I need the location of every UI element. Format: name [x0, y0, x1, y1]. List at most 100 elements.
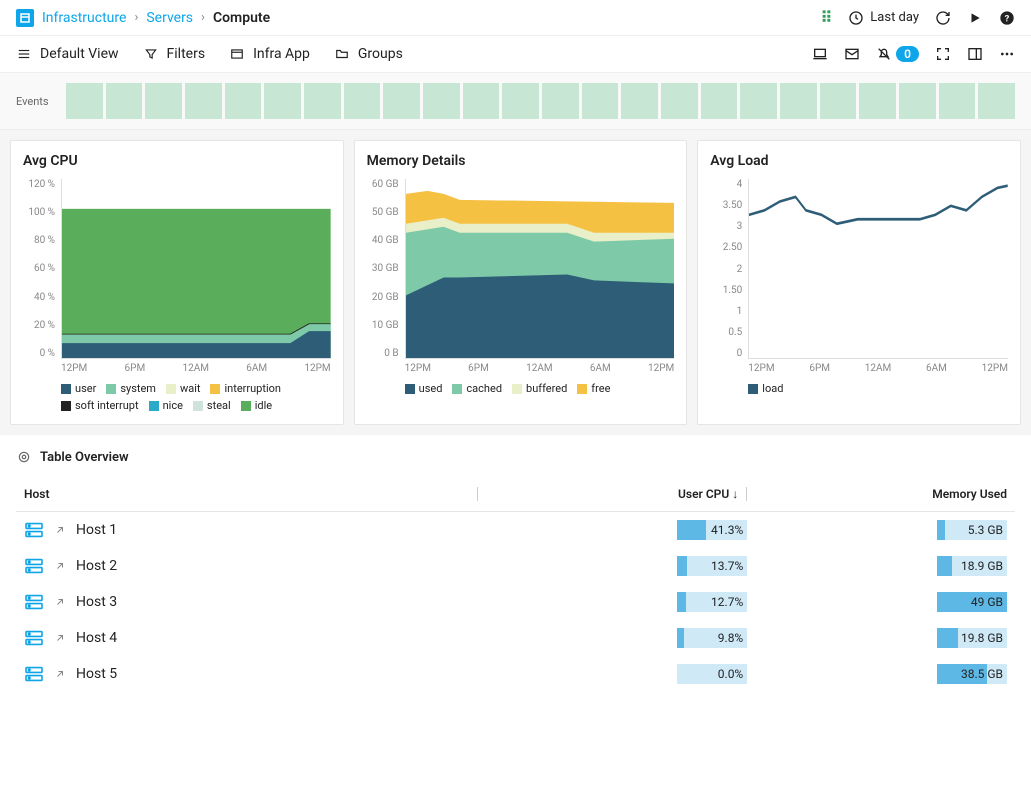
memory-value: 49 GB	[967, 595, 1007, 609]
axis-tick: 6PM	[809, 363, 830, 374]
cpu-bar: 0.0%	[677, 664, 747, 684]
event-block[interactable]	[939, 83, 976, 119]
event-block[interactable]	[106, 83, 143, 119]
event-block[interactable]	[502, 83, 539, 119]
table-row[interactable]: Host 213.7%18.9 GB	[16, 548, 1015, 584]
breadcrumb-infrastructure[interactable]: Infrastructure	[42, 10, 126, 26]
help-icon[interactable]: ?	[999, 10, 1015, 26]
laptop-icon[interactable]	[812, 46, 828, 62]
event-block[interactable]	[304, 83, 341, 119]
legend-item[interactable]: cached	[452, 382, 502, 395]
cpu-value: 12.7%	[707, 595, 747, 609]
legend-item[interactable]: used	[405, 382, 443, 395]
legend-item[interactable]: system	[106, 382, 156, 395]
table-row[interactable]: Host 312.7%49 GB	[16, 584, 1015, 620]
event-block[interactable]	[463, 83, 500, 119]
mail-icon[interactable]	[844, 46, 860, 62]
chart-legend: load	[710, 382, 1008, 395]
events-timeline[interactable]	[66, 83, 1015, 119]
legend-label: interruption	[224, 382, 281, 395]
app-icon	[229, 46, 245, 62]
external-link-icon[interactable]	[54, 632, 66, 644]
event-block[interactable]	[423, 83, 460, 119]
panel-icon[interactable]	[967, 46, 983, 62]
event-block[interactable]	[621, 83, 658, 119]
col-memory-used[interactable]: Memory Used	[755, 477, 1015, 512]
legend-item[interactable]: idle	[241, 399, 272, 412]
default-view-button[interactable]: Default View	[16, 46, 119, 62]
y-axis: 43.5032.5021.5010.50	[710, 179, 748, 359]
groups-button[interactable]: Groups	[334, 46, 403, 62]
event-block[interactable]	[145, 83, 182, 119]
filters-button[interactable]: Filters	[143, 46, 206, 62]
y-axis: 120 %100 %80 %60 %40 %20 %0 %	[23, 179, 61, 359]
legend-item[interactable]: soft interrupt	[61, 399, 139, 412]
memory-bar: 5.3 GB	[937, 520, 1007, 540]
external-link-icon[interactable]	[54, 560, 66, 572]
col-host[interactable]: Host	[16, 477, 486, 512]
external-link-icon[interactable]	[54, 596, 66, 608]
event-block[interactable]	[661, 83, 698, 119]
load-plot-area[interactable]	[748, 179, 1008, 359]
host-name: Host 5	[76, 666, 117, 682]
table-row[interactable]: Host 49.8%19.8 GB	[16, 620, 1015, 656]
axis-tick: 6AM	[246, 363, 267, 374]
app-logo-icon[interactable]	[16, 9, 34, 27]
server-icon	[24, 630, 44, 646]
hosts-table: Host User CPU ↓ Memory Used Host 141.3%5…	[16, 477, 1015, 692]
legend-item[interactable]: free	[577, 382, 610, 395]
timerange-label: Last day	[870, 10, 919, 25]
legend-item[interactable]: load	[748, 382, 783, 395]
axis-tick: 12PM	[748, 363, 774, 374]
axis-tick: 12PM	[648, 363, 674, 374]
cpu-plot-area[interactable]	[61, 179, 331, 359]
more-icon[interactable]	[999, 46, 1015, 62]
event-block[interactable]	[344, 83, 381, 119]
table-row[interactable]: Host 141.3%5.3 GB	[16, 512, 1015, 549]
play-icon[interactable]	[967, 10, 983, 26]
alerts-indicator[interactable]: 0	[876, 46, 919, 62]
axis-tick: 10 GB	[367, 320, 399, 331]
refresh-icon[interactable]	[935, 10, 951, 26]
event-block[interactable]	[740, 83, 777, 119]
table-row[interactable]: Host 50.0%38.5 GB	[16, 656, 1015, 692]
legend-item[interactable]: nice	[149, 399, 183, 412]
groups-label: Groups	[358, 46, 403, 62]
event-block[interactable]	[780, 83, 817, 119]
memory-plot-area[interactable]	[405, 179, 675, 359]
event-block[interactable]	[185, 83, 222, 119]
event-block[interactable]	[859, 83, 896, 119]
external-link-icon[interactable]	[54, 524, 66, 536]
event-block[interactable]	[66, 83, 103, 119]
event-block[interactable]	[542, 83, 579, 119]
legend-item[interactable]: buffered	[512, 382, 567, 395]
legend-swatch	[61, 384, 71, 394]
legend-item[interactable]: wait	[166, 382, 201, 395]
external-link-icon[interactable]	[54, 668, 66, 680]
event-block[interactable]	[899, 83, 936, 119]
event-block[interactable]	[264, 83, 301, 119]
event-block[interactable]	[582, 83, 619, 119]
event-block[interactable]	[978, 83, 1015, 119]
col-user-cpu[interactable]: User CPU ↓	[486, 477, 756, 512]
legend-item[interactable]: steal	[193, 399, 231, 412]
legend-item[interactable]: interruption	[210, 382, 281, 395]
event-block[interactable]	[225, 83, 262, 119]
axis-tick: 0 %	[23, 348, 55, 359]
timerange-selector[interactable]: Last day	[848, 10, 919, 26]
events-bar: Events	[0, 73, 1031, 130]
cpu-bar: 12.7%	[677, 592, 747, 612]
chevron-right-icon: ›	[201, 10, 205, 25]
cpu-value: 0.0%	[714, 667, 747, 681]
memory-bar: 19.8 GB	[937, 628, 1007, 648]
infra-app-button[interactable]: Infra App	[229, 46, 310, 62]
event-block[interactable]	[701, 83, 738, 119]
fullscreen-icon[interactable]	[935, 46, 951, 62]
breadcrumb-servers[interactable]: Servers	[146, 10, 193, 26]
event-block[interactable]	[383, 83, 420, 119]
legend-item[interactable]: user	[61, 382, 96, 395]
event-block[interactable]	[820, 83, 857, 119]
legend-swatch	[512, 384, 522, 394]
breadcrumb: Infrastructure › Servers › Compute	[16, 9, 821, 27]
add-widget-icon[interactable]: ⠿	[821, 8, 833, 27]
